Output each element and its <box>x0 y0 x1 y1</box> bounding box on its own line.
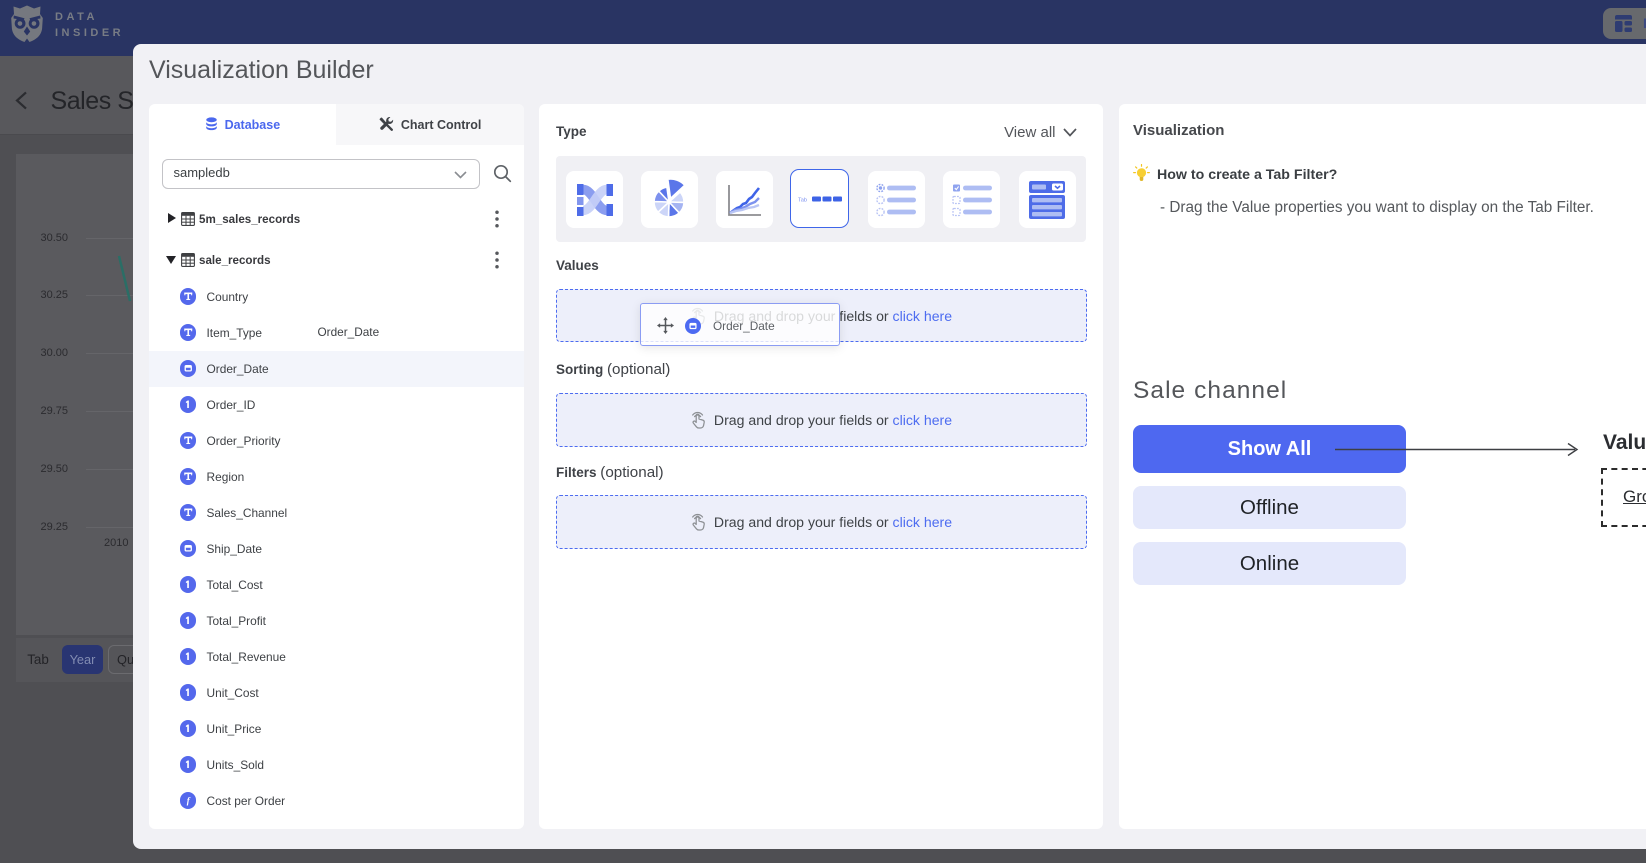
svg-text:Tab: Tab <box>798 197 807 203</box>
svg-text:f: f <box>187 796 191 806</box>
